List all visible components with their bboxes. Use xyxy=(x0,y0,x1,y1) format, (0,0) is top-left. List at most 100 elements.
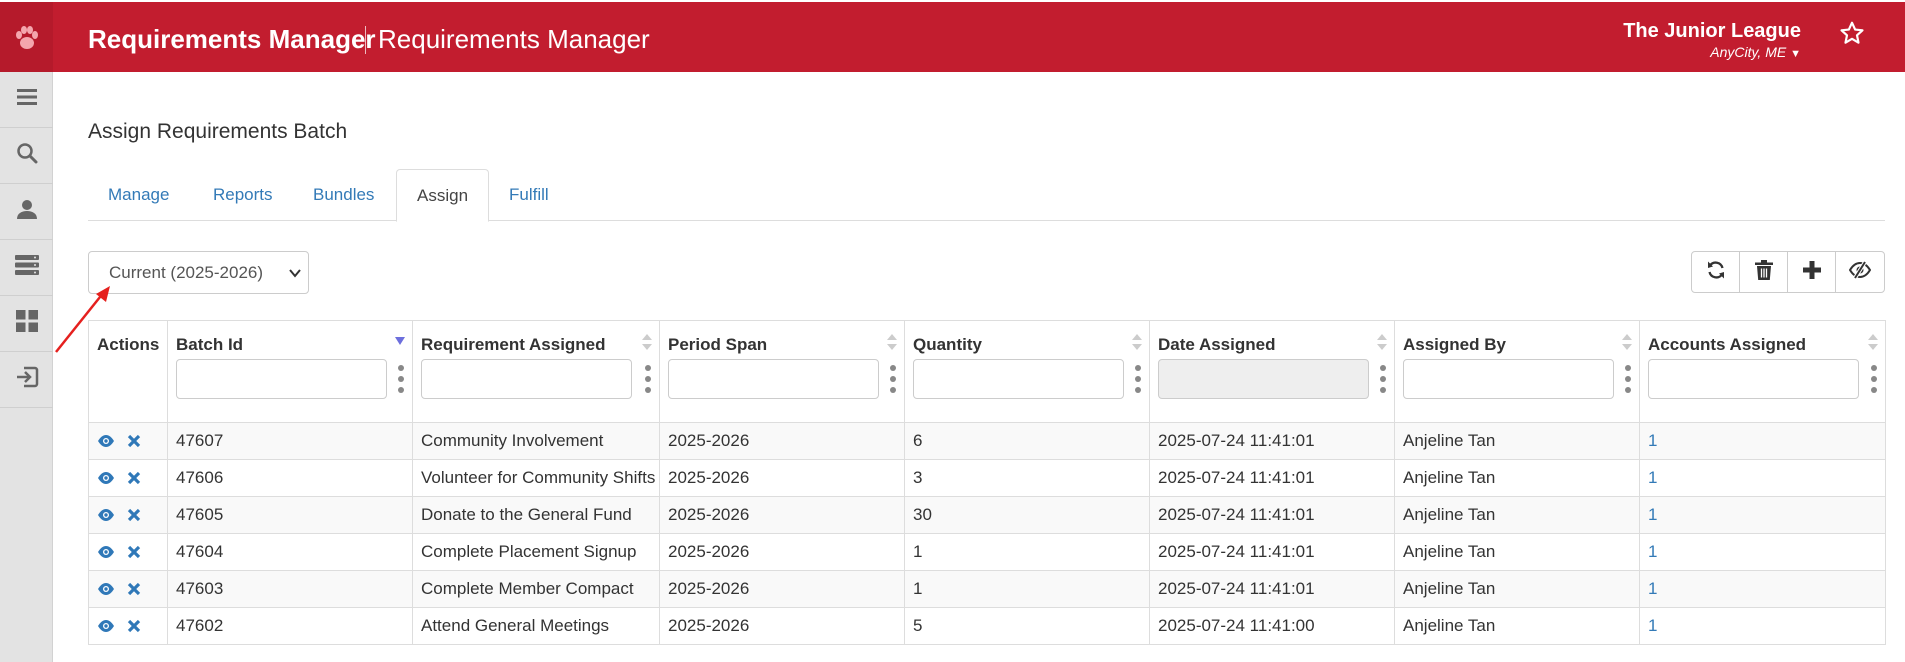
actions-cell xyxy=(88,422,168,460)
filter-date-assigned-input xyxy=(1158,359,1369,399)
quantity-cell: 5 xyxy=(904,607,1150,645)
sidebar-item-user[interactable] xyxy=(0,184,53,240)
sort-icon[interactable] xyxy=(641,333,653,356)
sort-desc-icon[interactable] xyxy=(394,333,406,354)
period-select[interactable]: Current (2025-2026) xyxy=(88,251,309,294)
date-cell: 2025-07-24 11:41:00 xyxy=(1149,607,1395,645)
plus-icon xyxy=(1802,260,1821,284)
filter-assigned-by-input[interactable] xyxy=(1403,359,1614,399)
accounts-link[interactable]: 1 xyxy=(1648,542,1657,561)
sidebar-item-menu[interactable] xyxy=(0,72,53,128)
column-header-actions: Actions xyxy=(88,320,168,423)
filter-period-span-input[interactable] xyxy=(668,359,879,399)
column-header-batch-id[interactable]: Batch Id xyxy=(167,320,413,423)
remove-x-icon[interactable] xyxy=(127,582,141,596)
star-icon[interactable] xyxy=(1837,18,1867,48)
column-header-period-span[interactable]: Period Span xyxy=(659,320,905,423)
assigned-by-cell: Anjeline Tan xyxy=(1394,570,1640,608)
accounts-cell: 1 xyxy=(1639,533,1886,571)
view-eye-icon[interactable] xyxy=(97,545,115,559)
column-label: Requirement Assigned xyxy=(421,335,606,354)
tab-bundles[interactable]: Bundles xyxy=(293,169,394,221)
batch-id-cell: 47604 xyxy=(167,533,413,571)
accounts-cell: 1 xyxy=(1639,570,1886,608)
table-row: 47604 Complete Placement Signup 2025-202… xyxy=(88,533,1886,571)
filter-accounts-assigned-input[interactable] xyxy=(1648,359,1859,399)
column-header-date-assigned[interactable]: Date Assigned xyxy=(1149,320,1395,423)
actions-cell xyxy=(88,607,168,645)
tab-fulfill[interactable]: Fulfill xyxy=(489,169,569,221)
sort-icon[interactable] xyxy=(1621,333,1633,356)
column-header-assigned-by[interactable]: Assigned By xyxy=(1394,320,1640,423)
requirement-cell: Complete Placement Signup xyxy=(412,533,660,571)
sort-icon[interactable] xyxy=(1131,333,1143,356)
org-switcher[interactable]: The Junior League AnyCity, ME ▼ xyxy=(1623,20,1801,60)
view-eye-icon[interactable] xyxy=(97,471,115,485)
accounts-link[interactable]: 1 xyxy=(1648,505,1657,524)
batch-id-cell: 47602 xyxy=(167,607,413,645)
accounts-cell: 1 xyxy=(1639,607,1886,645)
app-title[interactable]: Requirements Manager xyxy=(88,24,376,55)
page-title: Assign Requirements Batch xyxy=(88,120,348,143)
filter-batch-id-input[interactable] xyxy=(176,359,387,399)
remove-x-icon[interactable] xyxy=(127,508,141,522)
accounts-cell: 1 xyxy=(1639,496,1886,534)
assigned-by-cell: Anjeline Tan xyxy=(1394,422,1640,460)
view-eye-icon[interactable] xyxy=(97,508,115,522)
remove-x-icon[interactable] xyxy=(127,619,141,633)
filter-options-icon[interactable] xyxy=(1135,365,1141,393)
accounts-link[interactable]: 1 xyxy=(1648,468,1657,487)
sort-icon[interactable] xyxy=(1867,333,1879,356)
tab-assign[interactable]: Assign xyxy=(396,169,490,222)
refresh-button[interactable] xyxy=(1692,252,1740,292)
sidebar-item-search[interactable] xyxy=(0,128,53,184)
filter-requirement-input[interactable] xyxy=(421,359,632,399)
delete-button[interactable] xyxy=(1740,252,1788,292)
server-icon xyxy=(14,255,39,280)
remove-x-icon[interactable] xyxy=(127,545,141,559)
accounts-link[interactable]: 1 xyxy=(1648,616,1657,635)
view-eye-icon[interactable] xyxy=(97,582,115,596)
filter-options-icon[interactable] xyxy=(1625,365,1631,393)
org-location-dropdown[interactable]: AnyCity, ME ▼ xyxy=(1623,44,1801,60)
filter-options-icon[interactable] xyxy=(645,365,651,393)
batch-id-cell: 47606 xyxy=(167,459,413,497)
accounts-link[interactable]: 1 xyxy=(1648,431,1657,450)
remove-x-icon[interactable] xyxy=(127,471,141,485)
filter-options-icon[interactable] xyxy=(1871,365,1877,393)
add-button[interactable] xyxy=(1788,252,1836,292)
tab-manage[interactable]: Manage xyxy=(88,169,189,221)
filter-options-icon[interactable] xyxy=(398,365,404,393)
table-header-row: Actions Batch Id Requirement Assigned Pe xyxy=(88,320,1886,423)
period-select-value: Current (2025-2026) xyxy=(109,263,264,282)
view-eye-icon[interactable] xyxy=(97,434,115,448)
period-cell: 2025-2026 xyxy=(659,607,905,645)
toggle-visibility-button[interactable] xyxy=(1836,252,1884,292)
top-bar: Requirements Manager Requirements Manage… xyxy=(0,0,1905,74)
sort-icon[interactable] xyxy=(886,333,898,356)
paw-logo-icon[interactable] xyxy=(0,2,53,74)
org-location: AnyCity, ME xyxy=(1710,44,1787,60)
column-header-requirement[interactable]: Requirement Assigned xyxy=(412,320,660,423)
table-row: 47605 Donate to the General Fund 2025-20… xyxy=(88,496,1886,534)
sidebar-item-dashboard[interactable] xyxy=(0,296,53,352)
filter-quantity-input[interactable] xyxy=(913,359,1124,399)
sidebar-item-logout[interactable] xyxy=(0,352,53,408)
date-cell: 2025-07-24 11:41:01 xyxy=(1149,533,1395,571)
requirement-cell: Donate to the General Fund xyxy=(412,496,660,534)
column-label: Date Assigned xyxy=(1158,335,1276,354)
accounts-link[interactable]: 1 xyxy=(1648,579,1657,598)
view-eye-icon[interactable] xyxy=(97,619,115,633)
filter-options-icon[interactable] xyxy=(890,365,896,393)
remove-x-icon[interactable] xyxy=(127,434,141,448)
tab-reports[interactable]: Reports xyxy=(193,169,293,221)
date-cell: 2025-07-24 11:41:01 xyxy=(1149,459,1395,497)
sort-icon[interactable] xyxy=(1376,333,1388,356)
quantity-cell: 3 xyxy=(904,459,1150,497)
column-header-accounts-assigned[interactable]: Accounts Assigned xyxy=(1639,320,1886,423)
column-header-quantity[interactable]: Quantity xyxy=(904,320,1150,423)
sidebar-item-server[interactable] xyxy=(0,240,53,296)
filter-options-icon[interactable] xyxy=(1380,365,1386,393)
quantity-cell: 1 xyxy=(904,533,1150,571)
dashboard-icon xyxy=(15,310,38,337)
